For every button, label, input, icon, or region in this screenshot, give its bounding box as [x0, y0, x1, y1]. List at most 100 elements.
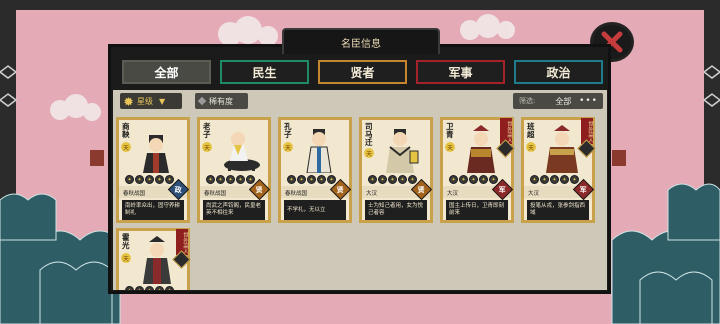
grade-badge: 天	[526, 142, 536, 152]
ellipsis-icon: •••	[579, 96, 598, 106]
card-name: 司马迁	[365, 122, 373, 147]
card-laozi[interactable]: 老子 天 ✦ ✦ ✦ ✦ ✦ 春秋战国 贤 尚武之声钧阁，民皇老英不相往来	[197, 117, 271, 223]
star-icon: ✦	[135, 286, 144, 290]
card-name: 班超	[527, 122, 535, 139]
card-era: 春秋战国	[123, 191, 146, 197]
star-icon: ✦	[479, 175, 488, 184]
star-icon: ✦	[226, 175, 235, 184]
star-rating: ✦✦✦✦✦	[449, 175, 498, 184]
card-era: 大汉	[447, 191, 459, 197]
sort-star-button[interactable]: 星级 ▼	[120, 93, 182, 109]
star-rating: ✦✦✦✦✦	[125, 286, 174, 290]
star-icon: ✦	[489, 175, 498, 184]
star-icon: ✦	[145, 175, 154, 184]
rarity-label: 稀有度	[209, 96, 233, 106]
card-name: 霍光	[122, 233, 130, 250]
card-era: 春秋战国	[204, 191, 227, 197]
star-icon: ✦	[327, 175, 336, 184]
filter-dropdown[interactable]: 筛选: 全部 •••	[513, 93, 603, 109]
star-icon: ✦	[165, 175, 174, 184]
card-era: 大汉	[366, 191, 378, 197]
star-icon: ✦	[297, 175, 306, 184]
card-description: 投笔从戎，张参剑指西域	[527, 200, 589, 220]
category-tabs: 全部 民生 贤者 军事 政治	[122, 60, 603, 84]
card-era: 大汉	[528, 191, 540, 197]
card-name: 老子	[203, 122, 211, 139]
star-rating: ✦✦✦✦✦	[206, 175, 255, 184]
card-simaqian[interactable]: 司马迁 天 ✦ ✦ ✦ ✦ ✦ 大汉 贤 士为知己者用，女为悦己者容	[359, 117, 433, 223]
star-icon: ✦	[540, 175, 549, 184]
gear-icon	[124, 96, 133, 106]
card-banchao[interactable]: 世外高人 班超 天 ✦ ✦ ✦ ✦ ✦ 大汉 军 投笔从戎，张参剑指西域	[521, 117, 596, 223]
star-icon: ✦	[287, 175, 296, 184]
tab-all[interactable]: 全部	[122, 60, 211, 84]
tab-junshi[interactable]: 军事	[416, 60, 505, 84]
star-icon: ✦	[125, 286, 134, 290]
window-title: 名臣信息	[282, 28, 440, 54]
star-icon: ✦	[155, 286, 164, 290]
type-label: 军	[580, 185, 587, 194]
star-icon: ✦	[135, 175, 144, 184]
type-label: 贤	[337, 185, 344, 194]
card-name: 商鞅	[122, 122, 130, 139]
star-icon: ✦	[550, 175, 559, 184]
star-icon: ✦	[469, 175, 478, 184]
filter-label: 筛选:	[519, 97, 536, 105]
card-description: 尚武之声钧阁，民皇老英不相往来	[203, 200, 265, 220]
star-icon: ✦	[206, 175, 215, 184]
star-icon: ✦	[570, 175, 579, 184]
star-icon: ✦	[530, 175, 539, 184]
type-label: 贤	[256, 185, 263, 194]
tab-zhengzhi[interactable]: 政治	[514, 60, 603, 84]
card-description: 不学礼，无以立	[284, 200, 346, 220]
star-icon: ✦	[125, 175, 134, 184]
grade-badge: 天	[121, 142, 131, 152]
grade-badge: 天	[364, 148, 374, 158]
filter-bar: 星级 ▼ 稀有度 筛选: 全部 •••	[113, 90, 607, 112]
type-label: 政	[175, 185, 182, 194]
star-icon: ✦	[459, 175, 468, 184]
card-era: 春秋战国	[285, 191, 308, 197]
star-icon: ✦	[145, 286, 154, 290]
card-list-area: 星级 ▼ 稀有度 筛选: 全部 ••• 商鞅 天 ✦ ✦ ✦ ✦ ✦ 春秋战国 政 南岭…	[113, 90, 607, 290]
star-icon: ✦	[408, 175, 417, 184]
star-icon: ✦	[216, 175, 225, 184]
tab-minsheng[interactable]: 民生	[220, 60, 309, 84]
rarity-button[interactable]: 稀有度	[195, 93, 248, 109]
star-rating: ✦✦✦✦✦	[287, 175, 336, 184]
simaqian-portrait	[386, 129, 419, 173]
card-huoguang[interactable]: 世外高人 霍光 天 ✦✦✦✦✦	[116, 228, 191, 290]
chevron-down-icon: ▼	[159, 96, 166, 106]
grade-badge: 天	[283, 142, 293, 152]
card-shangyang[interactable]: 商鞅 天 ✦ ✦ ✦ ✦ ✦ 春秋战国 政 南岭率众出，固守养耕制礼	[116, 117, 190, 223]
grade-badge: 天	[121, 253, 131, 263]
star-icon: ✦	[317, 175, 326, 184]
star-icon: ✦	[236, 175, 245, 184]
star-icon: ✦	[368, 175, 377, 184]
type-label: 军	[499, 185, 506, 194]
sort-label: 星级	[137, 96, 153, 106]
star-icon: ✦	[449, 175, 458, 184]
type-label: 贤	[418, 185, 425, 194]
star-icon: ✦	[560, 175, 569, 184]
card-description: 国主上传日，卫青即刻前来	[446, 200, 508, 220]
star-icon: ✦	[388, 175, 397, 184]
grade-badge: 天	[445, 142, 455, 152]
card-name: 孔子	[284, 122, 292, 139]
laozi-portrait	[224, 132, 260, 171]
card-weiqing[interactable]: 世外高人 卫青 天 ✦ ✦ ✦ ✦ ✦ 大汉 军 国主上传日，卫青即刻前来	[440, 117, 515, 223]
star-icon: ✦	[398, 175, 407, 184]
star-rating: ✦✦✦✦✦	[530, 175, 579, 184]
kongzi-portrait	[306, 129, 332, 173]
star-rating: ✦✦✦✦✦	[368, 175, 417, 184]
star-icon: ✦	[165, 286, 174, 290]
shangyang-portrait	[143, 135, 169, 173]
card-description: 士为知己者用，女为悦己者容	[365, 200, 427, 220]
star-rating: ✦✦✦✦✦	[125, 175, 174, 184]
diamond-icon	[197, 96, 207, 106]
tab-xianzhe[interactable]: 贤者	[318, 60, 407, 84]
grade-badge: 天	[202, 142, 212, 152]
star-icon: ✦	[378, 175, 387, 184]
card-description: 南岭率众出，固守养耕制礼	[122, 200, 184, 220]
card-kongzi[interactable]: 孔子 天 ✦ ✦ ✦ ✦ ✦ 春秋战国 贤 不学礼，无以立	[278, 117, 352, 223]
